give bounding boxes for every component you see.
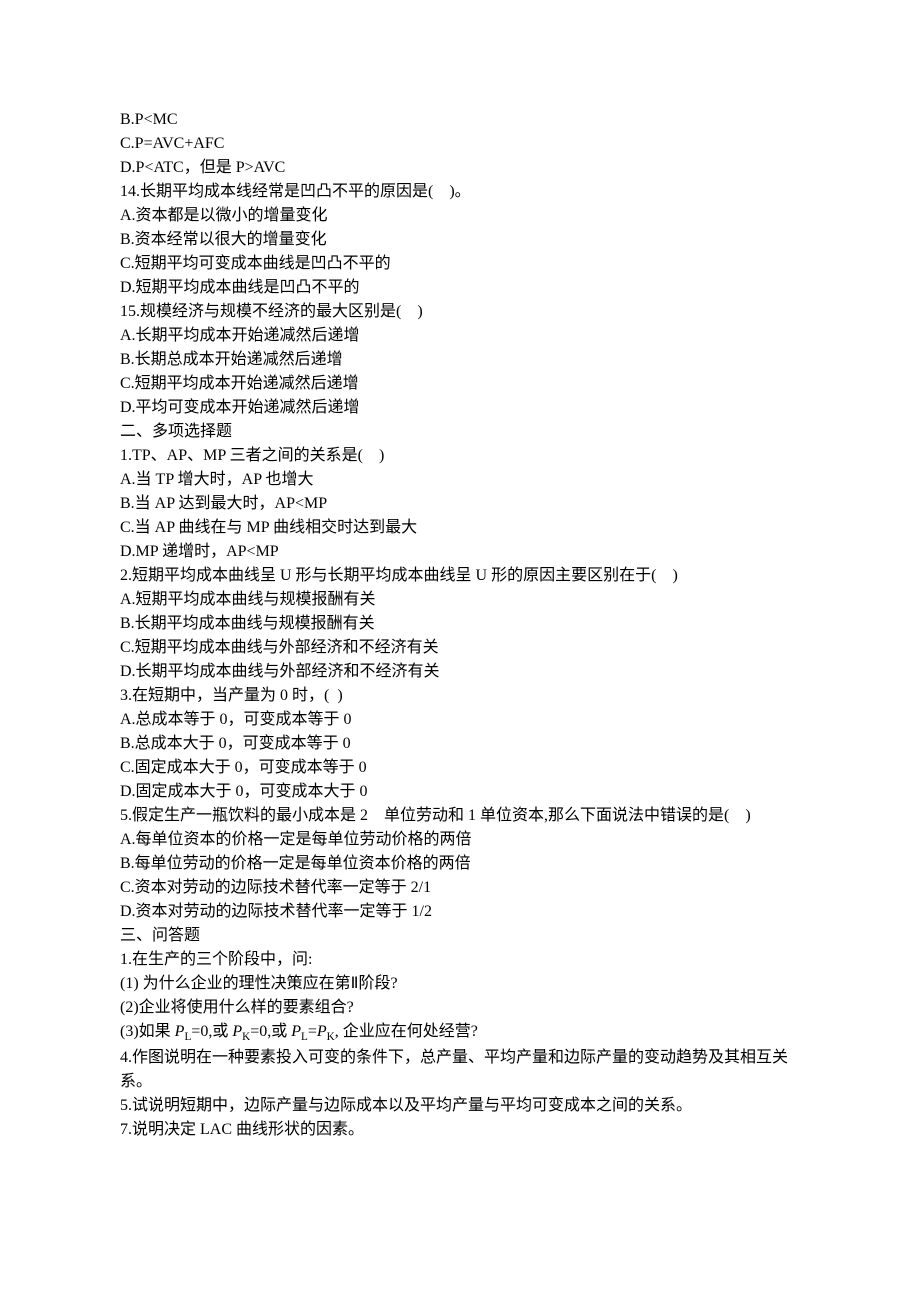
- text-line: C.P=AVC+AFC: [120, 132, 800, 156]
- text-line: B.每单位劳动的价格一定是每单位资本价格的两倍: [120, 852, 800, 876]
- text-line: C.短期平均可变成本曲线是凹凸不平的: [120, 252, 800, 276]
- text-line: A.短期平均成本曲线与规模报酬有关: [120, 588, 800, 612]
- text-line: C.短期平均成本开始递减然后递增: [120, 372, 800, 396]
- text-line: B.资本经常以很大的增量变化: [120, 228, 800, 252]
- text-line: D.MP 递增时，AP<MP: [120, 540, 800, 564]
- text-line: 三、问答题: [120, 924, 800, 948]
- text-line: D.固定成本大于 0，可变成本大于 0: [120, 780, 800, 804]
- text-line: 7.说明决定 LAC 曲线形状的因素。: [120, 1118, 800, 1142]
- text-line: C.固定成本大于 0，可变成本等于 0: [120, 756, 800, 780]
- text-line: 2.短期平均成本曲线呈 U 形与长期平均成本曲线呈 U 形的原因主要区别在于( …: [120, 564, 800, 588]
- text-line: D.平均可变成本开始递减然后递增: [120, 396, 800, 420]
- text-line: D.P<ATC，但是 P>AVC: [120, 156, 800, 180]
- text-line: 15.规模经济与规模不经济的最大区别是( ): [120, 300, 800, 324]
- text-line: 1.在生产的三个阶段中，问:: [120, 948, 800, 972]
- text-line: B.P<MC: [120, 108, 800, 132]
- text-line: A.长期平均成本开始递减然后递增: [120, 324, 800, 348]
- text-line: 5.假定生产一瓶饮料的最小成本是 2 单位劳动和 1 单位资本,那么下面说法中错…: [120, 804, 800, 828]
- text-line: C.当 AP 曲线在与 MP 曲线相交时达到最大: [120, 516, 800, 540]
- text-line: 3.在短期中，当产量为 0 时，( ): [120, 684, 800, 708]
- document-body: B.P<MCC.P=AVC+AFCD.P<ATC，但是 P>AVC14.长期平均…: [120, 108, 800, 1142]
- text-line: B.总成本大于 0，可变成本等于 0: [120, 732, 800, 756]
- text-line: (1) 为什么企业的理性决策应在第Ⅱ阶段?: [120, 972, 800, 996]
- text-line: B.长期平均成本曲线与规模报酬有关: [120, 612, 800, 636]
- text-line: C.资本对劳动的边际技术替代率一定等于 2/1: [120, 876, 800, 900]
- text-line: C.短期平均成本曲线与外部经济和不经济有关: [120, 636, 800, 660]
- text-line: A.总成本等于 0，可变成本等于 0: [120, 708, 800, 732]
- text-line: 1.TP、AP、MP 三者之间的关系是( ): [120, 444, 800, 468]
- text-line: D.资本对劳动的边际技术替代率一定等于 1/2: [120, 900, 800, 924]
- text-line: 4.作图说明在一种要素投入可变的条件下，总产量、平均产量和边际产量的变动趋势及其…: [120, 1046, 800, 1094]
- text-line: A.当 TP 增大时，AP 也增大: [120, 468, 800, 492]
- text-line: D.长期平均成本曲线与外部经济和不经济有关: [120, 660, 800, 684]
- text-line: B.长期总成本开始递减然后递增: [120, 348, 800, 372]
- text-line: 14.长期平均成本线经常是凹凸不平的原因是( )。: [120, 180, 800, 204]
- text-line: B.当 AP 达到最大时，AP<MP: [120, 492, 800, 516]
- text-line: 5.试说明短期中，边际产量与边际成本以及平均产量与平均可变成本之间的关系。: [120, 1094, 800, 1118]
- text-line: (3)如果 PL=0,或 PK=0,或 PL=PK, 企业应在何处经营?: [120, 1020, 800, 1046]
- text-line: A.每单位资本的价格一定是每单位劳动价格的两倍: [120, 828, 800, 852]
- text-line: 二、多项选择题: [120, 420, 800, 444]
- text-line: D.短期平均成本曲线是凹凸不平的: [120, 276, 800, 300]
- text-line: (2)企业将使用什么样的要素组合?: [120, 996, 800, 1020]
- text-line: A.资本都是以微小的增量变化: [120, 204, 800, 228]
